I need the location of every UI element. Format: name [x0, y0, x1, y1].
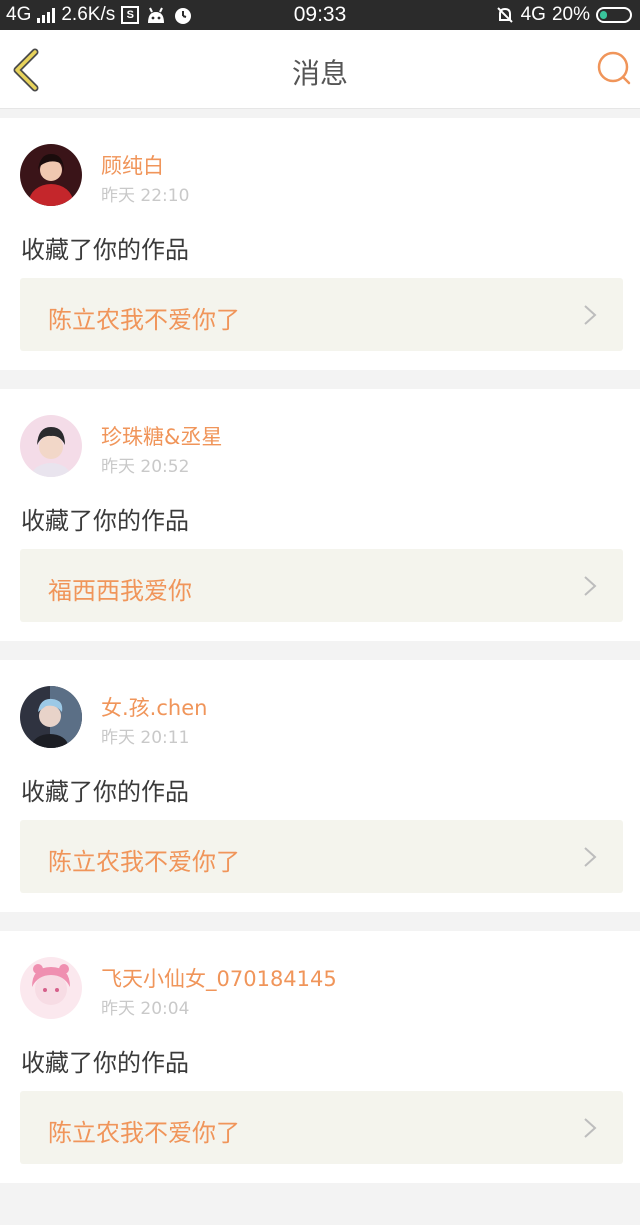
page-title: 消息: [291, 57, 348, 90]
work-title: 陈立农我不爱你了: [48, 848, 240, 876]
chevron-right-icon: [584, 1118, 597, 1138]
timestamp: 昨天 22:10: [101, 186, 190, 206]
work-title: 陈立农我不爱你了: [48, 1119, 240, 1147]
work-link[interactable]: 陈立农我不爱你了: [20, 278, 623, 351]
username[interactable]: 女.孩.chen: [101, 692, 207, 722]
work-title: 陈立农我不爱你了: [48, 306, 240, 334]
timestamp: 昨天 20:04: [101, 999, 190, 1019]
chevron-right-icon: [584, 305, 597, 325]
avatar[interactable]: [20, 957, 82, 1019]
notification-card: 女.孩.chen 昨天 20:11 收藏了你的作品 陈立农我不爱你了: [0, 660, 640, 912]
action-text: 收藏了你的作品: [21, 507, 189, 535]
action-text: 收藏了你的作品: [21, 778, 189, 806]
chevron-right-icon: [584, 576, 597, 596]
action-text: 收藏了你的作品: [21, 1049, 189, 1077]
work-link[interactable]: 福西西我爱你: [20, 549, 623, 622]
notification-card: 飞天小仙女_070184145 昨天 20:04 收藏了你的作品 陈立农我不爱你…: [0, 931, 640, 1183]
chevron-right-icon: [584, 847, 597, 867]
notifications-off-icon: [496, 7, 513, 23]
notification-list: 顾纯白 昨天 22:10 收藏了你的作品 陈立农我不爱你了 珍珠糖&丞星 昨天 …: [0, 118, 640, 1202]
work-title: 福西西我爱你: [48, 577, 192, 605]
notification-card: 顾纯白 昨天 22:10 收藏了你的作品 陈立农我不爱你了: [0, 118, 640, 370]
status-bar: 4G 2.6K/s S 09:33 4G 20%: [0, 0, 640, 30]
work-link[interactable]: 陈立农我不爱你了: [20, 1091, 623, 1164]
username[interactable]: 珍珠糖&丞星: [101, 421, 222, 451]
notification-card: 珍珠糖&丞星 昨天 20:52 收藏了你的作品 福西西我爱你: [0, 389, 640, 641]
search-icon[interactable]: [596, 50, 632, 86]
battery-icon: [596, 7, 632, 23]
timestamp: 昨天 20:52: [101, 457, 190, 477]
avatar[interactable]: [20, 144, 82, 206]
username[interactable]: 顾纯白: [101, 150, 164, 180]
work-link[interactable]: 陈立农我不爱你了: [20, 820, 623, 893]
battery-percent: 20%: [551, 4, 590, 25]
timestamp: 昨天 20:11: [101, 728, 190, 748]
avatar[interactable]: [20, 686, 82, 748]
username[interactable]: 飞天小仙女_070184145: [101, 963, 337, 993]
action-text: 收藏了你的作品: [21, 236, 189, 264]
avatar[interactable]: [20, 415, 82, 477]
network-type-right: 4G: [520, 4, 546, 25]
app-header: 消息: [0, 30, 640, 109]
